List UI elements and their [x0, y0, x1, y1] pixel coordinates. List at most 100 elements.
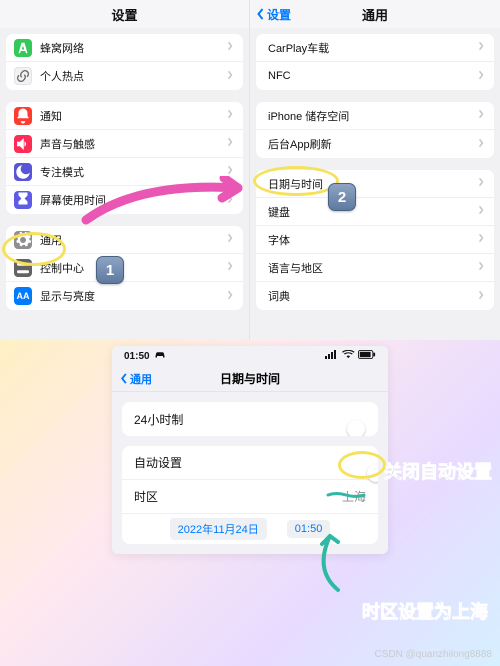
carplay-icon [154, 350, 166, 362]
row-label: NFC [268, 70, 291, 82]
row-screentime[interactable]: 屏幕使用时间 [6, 186, 243, 214]
row-label: 语言与地区 [268, 260, 323, 276]
row-control-center[interactable]: 控制中心 [6, 254, 243, 282]
chevron-right-icon [227, 41, 233, 54]
chevron-right-icon [478, 70, 484, 83]
row-label: iPhone 储存空间 [268, 108, 349, 124]
datetime-group-auto: 自动设置 时区 上海 2022年11月24日 01:50 [122, 446, 378, 544]
row-label: 声音与触感 [40, 136, 95, 152]
chevron-right-icon [227, 70, 233, 83]
row-label: 键盘 [268, 204, 290, 220]
settings-root-column: 设置 蜂窝网络 个人热点 通知 声音与触感 [0, 0, 250, 340]
row-label: CarPlay车载 [268, 40, 329, 56]
chevron-right-icon [478, 233, 484, 246]
settings-root-title: 设置 [0, 0, 249, 28]
settings-group-sound: 通知 声音与触感 专注模式 屏幕使用时间 [6, 102, 243, 214]
row-label: 时区 [134, 488, 158, 505]
row-display-brightness[interactable]: AA 显示与亮度 [6, 282, 243, 310]
row-fonts[interactable]: 字体 [256, 226, 494, 254]
datetime-phone-screenshot: 01:50 通用 日期与时间 24小时制 自动设置 [112, 346, 388, 554]
row-cellular[interactable]: 蜂窝网络 [6, 34, 243, 62]
row-language-region[interactable]: 语言与地区 [256, 254, 494, 282]
row-iphone-storage[interactable]: iPhone 储存空间 [256, 102, 494, 130]
battery-icon [358, 350, 376, 362]
antenna-icon [14, 39, 32, 57]
gear-icon [14, 231, 32, 249]
chevron-right-icon [478, 109, 484, 122]
status-time: 01:50 [124, 351, 150, 362]
chevron-right-icon [227, 109, 233, 122]
datetime-group-24h: 24小时制 [122, 402, 378, 436]
chevron-right-icon [478, 205, 484, 218]
annotation-badge-2: 2 [328, 183, 356, 211]
row-label: 蜂窝网络 [40, 40, 84, 56]
row-notifications[interactable]: 通知 [6, 102, 243, 130]
row-label: 后台App刷新 [268, 136, 332, 152]
moon-icon [14, 163, 32, 181]
settings-general-column: 设置 通用 CarPlay车载 NFC iPhone 储存空间 后台App刷新 … [250, 0, 500, 340]
annotation-text-close-auto: 关闭自动设置 [384, 458, 492, 484]
row-dictionary[interactable]: 词典 [256, 282, 494, 310]
settings-group-general: 通用 控制中心 AA 显示与亮度 [6, 226, 243, 310]
datetime-header: 通用 日期与时间 [112, 366, 388, 392]
row-carplay[interactable]: CarPlay车载 [256, 34, 494, 62]
chevron-right-icon [478, 261, 484, 274]
chevron-right-icon [227, 194, 233, 207]
chevron-right-icon [227, 261, 233, 274]
row-background-refresh[interactable]: 后台App刷新 [256, 130, 494, 158]
annotation-text-set-shanghai: 时区设置为上海 [362, 598, 488, 624]
row-timezone[interactable]: 时区 上海 [122, 480, 378, 514]
bell-icon [14, 107, 32, 125]
row-label: 日期与时间 [268, 176, 323, 192]
row-label: 个人热点 [40, 68, 84, 84]
timezone-value: 上海 [342, 488, 366, 505]
row-date-time[interactable]: 日期与时间 [256, 170, 494, 198]
hourglass-icon [14, 191, 32, 209]
speaker-icon [14, 135, 32, 153]
signal-icon [325, 350, 339, 362]
date-chip[interactable]: 2022年11月24日 [170, 518, 267, 540]
aa-icon: AA [14, 287, 32, 305]
row-auto-set: 自动设置 [122, 446, 378, 480]
general-group-2: 日期与时间 键盘 字体 语言与地区 词典 [256, 170, 494, 310]
row-label: 字体 [268, 232, 290, 248]
chevron-right-icon [478, 177, 484, 190]
link-icon [14, 67, 32, 85]
back-label: 通用 [130, 371, 152, 387]
page-title: 通用 [362, 5, 388, 24]
back-label: 设置 [267, 6, 291, 23]
chevron-right-icon [227, 165, 233, 178]
wifi-icon [342, 350, 355, 362]
chevron-right-icon [227, 290, 233, 303]
row-label: 通用 [40, 232, 62, 248]
row-label: 24小时制 [134, 411, 183, 428]
row-label: 自动设置 [134, 454, 182, 471]
chevron-right-icon [478, 41, 484, 54]
row-label: 控制中心 [40, 260, 84, 276]
row-label: 屏幕使用时间 [40, 192, 106, 208]
row-label: 显示与亮度 [40, 288, 95, 304]
back-to-general[interactable]: 通用 [120, 371, 152, 387]
status-bar: 01:50 [112, 346, 388, 366]
chevron-right-icon [478, 138, 484, 151]
page-title: 日期与时间 [220, 370, 280, 387]
row-nfc[interactable]: NFC [256, 62, 494, 90]
general-group-0: CarPlay车载 NFC [256, 34, 494, 90]
row-general[interactable]: 通用 [6, 226, 243, 254]
row-sound-haptics[interactable]: 声音与触感 [6, 130, 243, 158]
back-to-settings[interactable]: 设置 [256, 6, 291, 23]
chevron-right-icon [227, 137, 233, 150]
row-label: 通知 [40, 108, 62, 124]
row-focus[interactable]: 专注模式 [6, 158, 243, 186]
row-label: 专注模式 [40, 164, 84, 180]
row-personal-hotspot[interactable]: 个人热点 [6, 62, 243, 90]
settings-group-network: 蜂窝网络 个人热点 [6, 34, 243, 90]
general-title: 设置 通用 [250, 0, 500, 28]
annotation-badge-1: 1 [96, 256, 124, 284]
row-date-time-picker: 2022年11月24日 01:50 [122, 514, 378, 544]
row-24hour: 24小时制 [122, 402, 378, 436]
general-group-1: iPhone 储存空间 后台App刷新 [256, 102, 494, 158]
chevron-right-icon [478, 290, 484, 303]
time-chip[interactable]: 01:50 [287, 520, 331, 538]
row-keyboard[interactable]: 键盘 [256, 198, 494, 226]
